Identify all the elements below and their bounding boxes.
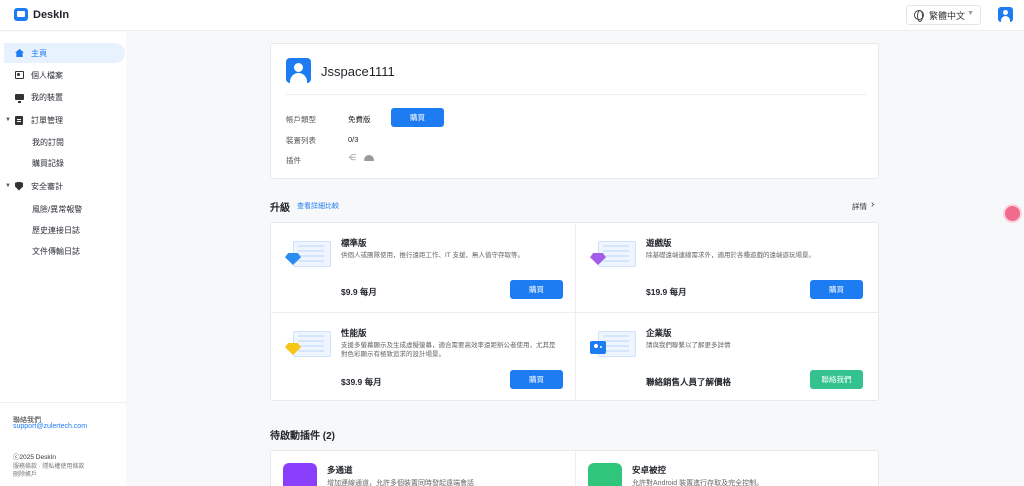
contact-email-link[interactable]: support@zulertech.com xyxy=(13,423,87,430)
buy-gaming-button[interactable]: 購買 xyxy=(810,280,863,299)
buy-standard-button[interactable]: 購買 xyxy=(510,280,563,299)
plan-name: 企業版 xyxy=(646,328,672,338)
plan-description: 除基礎遠端連線需求外，適用於各種遊戲的遠端遊玩場景。 xyxy=(646,252,815,259)
plan-price: 聯絡銷售人員了解價格 xyxy=(646,377,732,387)
plugin-name: 多通道 xyxy=(327,465,353,475)
plan-name: 遊戲版 xyxy=(646,238,672,248)
chevron-right-icon[interactable]: › xyxy=(871,199,874,210)
multichannel-plugin-icon: ⋲ xyxy=(348,153,356,162)
plan-standard: 標準版 供個人或團隊使用，推行遠距工作、IT 支援、無人值守存取等。 $9.9 … xyxy=(271,223,575,312)
plugin-description: 增加連線通道，允許多個裝置同時發起遠端會話 xyxy=(327,480,474,486)
user-avatar-button[interactable] xyxy=(998,7,1013,22)
plan-illustration xyxy=(588,237,636,271)
account-type-value: 免費版 xyxy=(348,115,371,124)
plugins-section-title: 待啟動插件 (2) xyxy=(270,431,335,442)
team-icon xyxy=(590,341,606,354)
caret-down-icon: ▼ xyxy=(5,117,11,123)
account-card: Jsspace1111 帳戶類型 免費版 購買 裝置列表 0/3 插件 ⋲ xyxy=(270,43,879,179)
plan-name: 標準版 xyxy=(341,238,367,248)
contact-sales-button[interactable]: 聯絡我們 xyxy=(810,370,863,389)
android-icon xyxy=(588,463,622,486)
plan-price: $9.9 每月 xyxy=(341,287,377,297)
plan-price: $19.9 每月 xyxy=(646,287,687,297)
plan-illustration xyxy=(283,237,331,271)
sidebar-item-devices[interactable]: 我的裝置 xyxy=(4,87,125,107)
sidebar-subitem-file-transfer-logs[interactable]: 文件傳輸日誌 xyxy=(32,246,80,257)
sidebar-item-home[interactable]: 主頁 xyxy=(4,43,125,63)
sidebar-item-label: 安全審計 xyxy=(31,181,63,191)
plugin-name: 安卓被控 xyxy=(632,465,667,475)
plan-name: 性能版 xyxy=(341,328,367,338)
plan-description: 支援多螢幕顯示及生成虛擬螢幕，適合需要高效率遠距辦公者使用，尤其是對色彩顯示有極… xyxy=(341,342,556,358)
language-selector[interactable]: 繁體中文 ▼ xyxy=(906,5,981,25)
divider xyxy=(286,94,866,95)
account-buy-button[interactable]: 購買 xyxy=(391,108,444,127)
floating-assistant-button[interactable] xyxy=(1005,206,1020,221)
caret-down-icon: ▼ xyxy=(967,10,974,17)
language-label: 繁體中文 xyxy=(929,10,966,21)
deskin-logo-icon xyxy=(14,8,28,21)
compare-plans-link[interactable]: 查看詳細比較 xyxy=(297,201,339,211)
plans-card: 標準版 供個人或團隊使用，推行遠距工作、IT 支援、無人值守存取等。 $9.9 … xyxy=(270,222,879,401)
sidebar-subitem-subscriptions[interactable]: 我的訂閱 xyxy=(32,137,64,148)
plugin-description: 允許對Android 裝置進行存取及完全控制。 xyxy=(632,480,764,486)
account-username: Jsspace1111 xyxy=(321,64,395,79)
plan-illustration xyxy=(588,327,636,361)
android-plugin-icon xyxy=(364,155,374,161)
sidebar: 主頁 個人檔案 我的裝置 ▼ 訂單管理 我的訂閱 購買記錄 ▼ 安全審計 風險/… xyxy=(0,32,126,486)
app-name: DeskIn xyxy=(33,8,70,21)
plan-gaming: 遊戲版 除基礎遠端連線需求外，適用於各種遊戲的遠端遊玩場景。 $19.9 每月 … xyxy=(576,223,880,312)
app-logo[interactable]: DeskIn xyxy=(14,8,69,21)
sidebar-divider xyxy=(0,402,126,403)
sidebar-item-label: 個人檔案 xyxy=(31,70,63,80)
delete-account-link[interactable]: 刪除帳戶 xyxy=(13,469,37,478)
divider xyxy=(575,451,576,486)
sidebar-item-label: 主頁 xyxy=(31,48,47,58)
sidebar-subitem-risk-alerts[interactable]: 風險/異常報警 xyxy=(32,204,82,215)
plan-enterprise: 企業版 請與我們聯繫以了解更多詳情 聯絡銷售人員了解價格 聯絡我們 xyxy=(576,313,880,402)
device-list-label: 裝置列表 xyxy=(286,136,316,145)
shield-icon xyxy=(15,181,23,191)
sidebar-item-label: 我的裝置 xyxy=(31,92,63,102)
plugins-card: 多通道 增加連線通道，允許多個裝置同時發起遠端會話 安卓被控 允許對Androi… xyxy=(270,450,879,486)
sidebar-item-security-audit[interactable]: ▼ 安全審計 xyxy=(4,176,125,196)
caret-down-icon: ▼ xyxy=(5,183,11,189)
plan-illustration xyxy=(283,327,331,361)
multichannel-icon xyxy=(283,463,317,486)
plugins-label: 插件 xyxy=(286,156,301,165)
plan-description: 供個人或團隊使用，推行遠距工作、IT 支援、無人值守存取等。 xyxy=(341,252,524,259)
sidebar-subitem-purchase-history[interactable]: 購買記錄 xyxy=(32,158,64,169)
globe-icon xyxy=(914,10,924,22)
sidebar-item-profile[interactable]: 個人檔案 xyxy=(4,65,125,85)
document-icon xyxy=(15,115,23,125)
account-type-label: 帳戶類型 xyxy=(286,115,316,124)
details-link[interactable]: 詳情 xyxy=(852,201,867,212)
copyright-text: ⓒ2025 DeskIn xyxy=(13,454,56,461)
upgrade-title: 升級 xyxy=(270,203,290,214)
top-bar: DeskIn 繁體中文 ▼ xyxy=(0,0,1024,31)
plan-description: 請與我們聯繫以了解更多詳情 xyxy=(646,342,731,349)
plan-performance: 性能版 支援多螢幕顯示及生成虛擬螢幕，適合需要高效率遠距辦公者使用，尤其是對色彩… xyxy=(271,313,575,402)
screen-illustration xyxy=(293,241,331,267)
plan-price: $39.9 每月 xyxy=(341,377,382,387)
home-icon xyxy=(15,49,24,57)
screen-illustration xyxy=(598,241,636,267)
monitor-icon xyxy=(15,94,24,103)
avatar xyxy=(286,58,311,83)
screen-illustration xyxy=(293,331,331,357)
sidebar-item-orders[interactable]: ▼ 訂單管理 xyxy=(4,110,125,130)
id-card-icon xyxy=(15,71,24,79)
device-count-value: 0/3 xyxy=(348,135,359,144)
sidebar-item-label: 訂單管理 xyxy=(31,115,63,125)
buy-performance-button[interactable]: 購買 xyxy=(510,370,563,389)
sidebar-subitem-connection-logs[interactable]: 歷史連接日誌 xyxy=(32,225,80,236)
